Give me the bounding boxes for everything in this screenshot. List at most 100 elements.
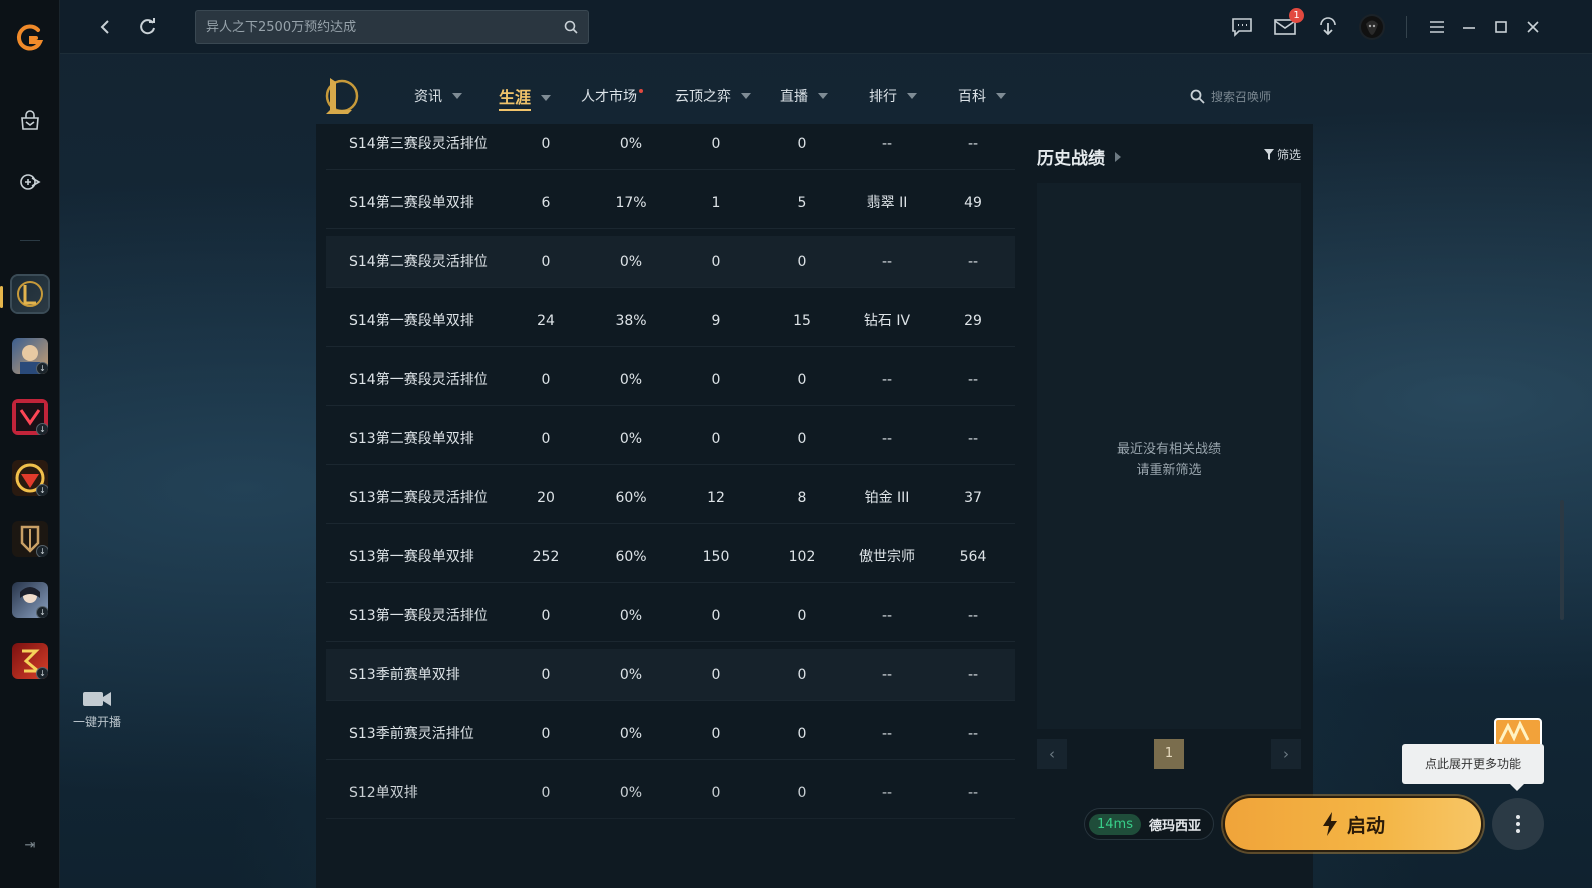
season-queue-name: S13季前赛灵活排位: [349, 726, 474, 742]
table-cell: 29: [964, 313, 982, 329]
table-cell: --: [967, 431, 979, 447]
download-manager-icon[interactable]: [1315, 14, 1341, 40]
nav-wiki[interactable]: 百科: [958, 86, 1006, 106]
table-row[interactable]: S14第一赛段单双排 24 38% 9 15 钻石 IV 29: [326, 295, 1015, 347]
table-cell: 0%: [619, 667, 643, 683]
table-row[interactable]: S13季前赛单双排 0 0% 0 0 -- --: [326, 649, 1015, 701]
history-title[interactable]: 历史战绩: [1037, 144, 1121, 169]
history-panel: 历史战绩 筛选 最近没有相关战绩 请重新筛选 ‹ 1 ›: [1025, 124, 1313, 888]
search-box[interactable]: [195, 10, 589, 44]
table-cell: --: [967, 254, 979, 270]
pagination: ‹ 1 ›: [1037, 739, 1301, 771]
nav-tft[interactable]: 云顶之弈: [675, 86, 751, 106]
summoner-search[interactable]: 搜索召唤师: [1190, 88, 1271, 105]
table-cell: 564: [959, 549, 987, 565]
table-cell: --: [967, 608, 979, 624]
table-cell: 0: [711, 431, 721, 447]
table-row[interactable]: S13第一赛段单双排 252 60% 150 102 傲世宗师 564: [326, 531, 1015, 583]
table-cell: --: [881, 431, 893, 447]
history-list: 最近没有相关战绩 请重新筛选: [1037, 183, 1301, 729]
rail-divider: [20, 240, 40, 241]
page-scrollbar[interactable]: [1560, 500, 1564, 620]
new-dot-badge: [639, 89, 643, 93]
table-cell: 0: [711, 667, 721, 683]
nav-ranking[interactable]: 排行: [869, 86, 917, 106]
table-row[interactable]: S12单双排 0 0% 0 0 -- --: [326, 767, 1015, 819]
one-click-stream-button[interactable]: 一键开播: [62, 688, 132, 730]
table-row[interactable]: S13季前赛灵活排位 0 0% 0 0 -- --: [326, 708, 1015, 760]
nav-talent-market[interactable]: 人才市场: [581, 86, 643, 106]
table-cell: 60%: [615, 490, 647, 506]
chat-icon[interactable]: [1229, 14, 1255, 40]
game-6-icon[interactable]: ↓: [12, 582, 48, 618]
game-center-icon[interactable]: [14, 166, 46, 198]
table-cell: 0: [541, 431, 551, 447]
game-5-icon[interactable]: ↓: [12, 521, 48, 557]
download-icon: ↓: [36, 362, 48, 374]
nav-live[interactable]: 直播: [780, 86, 828, 106]
nav-career[interactable]: 生涯: [499, 84, 552, 111]
table-cell: 0: [711, 608, 721, 624]
table-cell: 9: [711, 313, 721, 329]
mail-icon[interactable]: 1: [1272, 8, 1304, 40]
stream-label: 一键开播: [72, 715, 121, 729]
filter-icon: [1263, 149, 1274, 160]
close-icon[interactable]: [1520, 14, 1546, 40]
more-features-tooltip: 点此展开更多功能: [1402, 744, 1544, 791]
table-cell: 0: [711, 254, 721, 270]
table-cell: 翡翠 II: [866, 195, 908, 211]
current-page[interactable]: 1: [1154, 739, 1184, 769]
table-cell: 0: [711, 136, 721, 152]
collapse-sidebar-icon[interactable]: ⇥: [20, 838, 40, 858]
launch-button[interactable]: 启动: [1223, 796, 1483, 852]
table-cell: 0: [541, 136, 551, 152]
game-lol-icon[interactable]: [10, 274, 50, 314]
next-page-button[interactable]: ›: [1271, 739, 1301, 769]
table-row[interactable]: S13第二赛段单双排 0 0% 0 0 -- --: [326, 413, 1015, 465]
search-input[interactable]: [206, 19, 564, 35]
season-queue-name: S14第一赛段灵活排位: [349, 372, 488, 388]
game-cf-icon[interactable]: ↓: [12, 460, 48, 496]
filter-button[interactable]: 筛选: [1263, 146, 1301, 163]
table-cell: 49: [964, 195, 982, 211]
maximize-icon[interactable]: [1488, 14, 1514, 40]
download-icon: ↓: [36, 484, 48, 496]
chevron-right-icon: [1115, 151, 1121, 162]
table-cell: 20: [537, 490, 555, 506]
game-2-icon[interactable]: ↓: [12, 338, 48, 374]
table-cell: --: [967, 667, 979, 683]
table-cell: 傲世宗师: [859, 549, 915, 565]
server-selector[interactable]: 14ms 德玛西亚: [1084, 808, 1214, 840]
game-valorant-icon[interactable]: ↓: [12, 399, 48, 435]
top-bar: 1: [60, 0, 1592, 54]
lol-logo-icon[interactable]: [320, 74, 360, 118]
table-cell: 0: [797, 254, 807, 270]
table-cell: --: [967, 785, 979, 801]
table-row[interactable]: S14第二赛段单双排 6 17% 1 5 翡翠 II 49: [326, 177, 1015, 229]
table-row[interactable]: S14第一赛段灵活排位 0 0% 0 0 -- --: [326, 354, 1015, 406]
season-queue-name: S13第一赛段单双排: [349, 549, 474, 565]
table-row[interactable]: S14第三赛段灵活排位 0 0% 0 0 -- --: [326, 124, 1015, 170]
menu-icon[interactable]: [1424, 14, 1450, 40]
app-logo-icon[interactable]: [14, 22, 46, 54]
more-options-button[interactable]: [1492, 798, 1544, 850]
store-icon[interactable]: [14, 105, 46, 137]
refresh-icon[interactable]: [135, 14, 161, 40]
table-row[interactable]: S14第二赛段灵活排位 0 0% 0 0 -- --: [326, 236, 1015, 288]
table-cell: --: [881, 136, 893, 152]
table-row[interactable]: S13第一赛段灵活排位 0 0% 0 0 -- --: [326, 590, 1015, 642]
season-queue-name: S13第一赛段灵活排位: [349, 608, 488, 624]
table-cell: 0%: [619, 785, 643, 801]
table-cell: 0%: [619, 608, 643, 624]
search-icon[interactable]: [564, 20, 578, 34]
rank-history-table: S14第三赛段灵活排位 0 0% 0 0 -- -- S14第二赛段单双排 6 17% 1 5 翡翠 I…: [316, 124, 1025, 888]
nav-news[interactable]: 资讯: [414, 86, 462, 106]
table-row[interactable]: S13第二赛段灵活排位 20 60% 12 8 铂金 III 37: [326, 472, 1015, 524]
game-7-icon[interactable]: ↓: [12, 643, 48, 679]
avatar[interactable]: [1359, 14, 1385, 40]
table-cell: 17%: [615, 195, 647, 211]
table-cell: 0: [541, 667, 551, 683]
minimize-icon[interactable]: [1456, 14, 1482, 40]
back-icon[interactable]: [92, 14, 118, 40]
prev-page-button[interactable]: ‹: [1037, 739, 1067, 769]
